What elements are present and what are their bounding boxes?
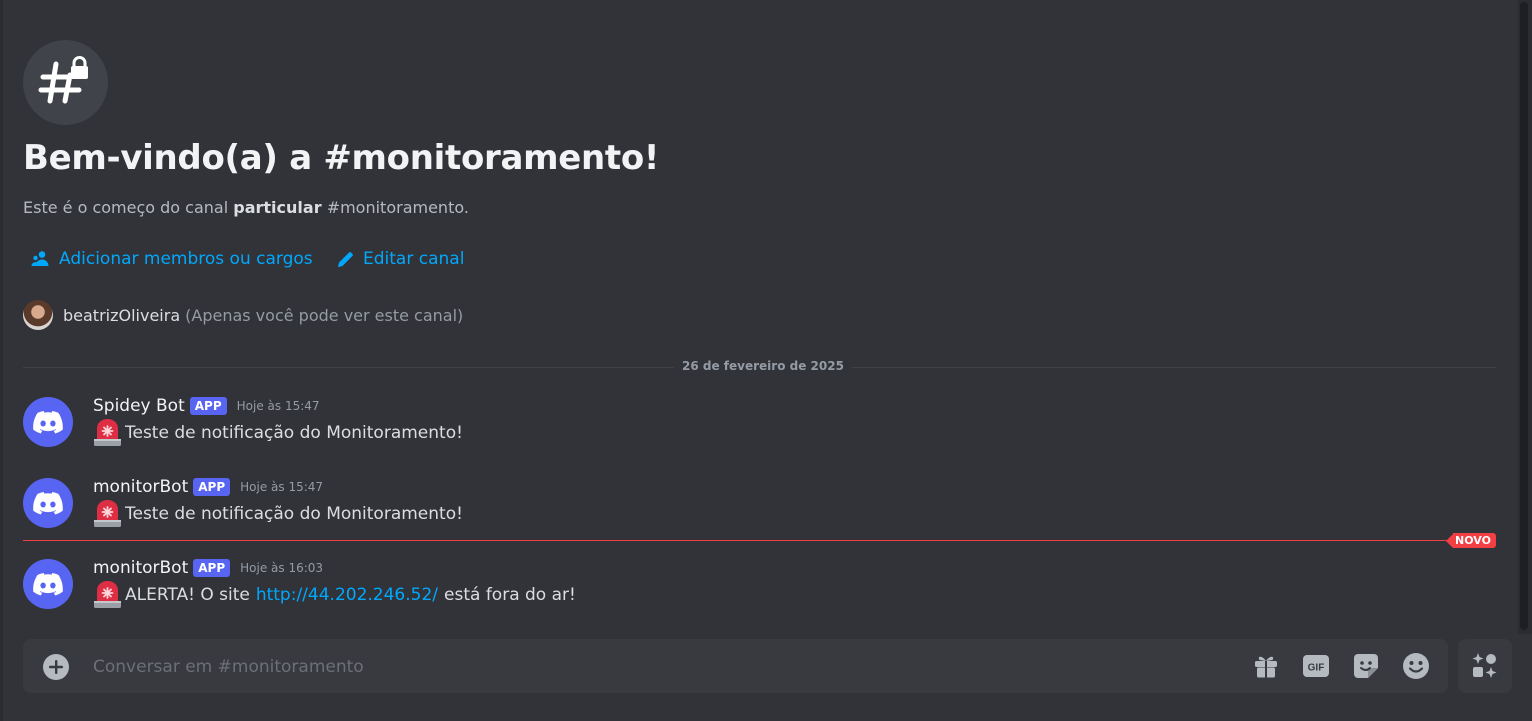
welcome-desc-bold: particular (233, 198, 322, 217)
add-members-button[interactable]: Adicionar membros ou cargos (31, 248, 313, 270)
message-author[interactable]: Spidey Bot (93, 396, 185, 416)
discord-logo-icon (33, 491, 63, 514)
welcome-desc-suffix: #monitoramento. (326, 198, 469, 217)
apps-icon[interactable] (1458, 639, 1512, 693)
rotating-light-emoji (94, 581, 121, 608)
app-badge: APP (193, 478, 231, 496)
pencil-icon (337, 251, 353, 267)
message-content: ALERTA! O site http://44.202.246.52/ est… (93, 581, 576, 608)
message-text: Teste de notificação do Monitoramento! (125, 423, 463, 443)
discord-logo-icon (33, 410, 63, 433)
message-item[interactable]: monitorBot APP Hoje às 15:47 Teste de no… (23, 476, 1503, 532)
message-header: monitorBot APP Hoje às 16:03 (93, 557, 323, 579)
gift-icon[interactable] (1251, 652, 1281, 680)
add-members-label: Adicionar membros ou cargos (59, 249, 313, 269)
new-messages-divider (23, 540, 1453, 541)
message-input[interactable] (91, 639, 1195, 695)
date-divider-label: 26 de fevereiro de 2025 (674, 359, 852, 373)
gif-label: GIF (1308, 663, 1325, 674)
rotating-light-emoji (94, 500, 121, 527)
message-timestamp: Hoje às 15:47 (240, 480, 324, 494)
private-text-channel-icon (23, 40, 108, 125)
avatar[interactable] (23, 478, 73, 528)
sidebar-edge (0, 0, 3, 721)
app-badge: APP (193, 559, 231, 577)
new-messages-label: NOVO (1453, 533, 1496, 548)
message-item[interactable]: monitorBot APP Hoje às 16:03 ALERTA! O s… (23, 557, 1503, 613)
welcome-desc-prefix: Este é o começo do canal (23, 198, 229, 217)
new-messages-badge: NOVO (1446, 533, 1496, 548)
message-header: Spidey Bot APP Hoje às 15:47 (93, 395, 320, 417)
message-content: Teste de notificação do Monitoramento! (93, 500, 463, 527)
message-author[interactable]: monitorBot (93, 558, 188, 578)
message-header: monitorBot APP Hoje às 15:47 (93, 476, 323, 498)
message-item[interactable]: Spidey Bot APP Hoje às 15:47 Teste de no… (23, 395, 1503, 451)
welcome-title: Bem-vindo(a) a #monitoramento! (23, 138, 660, 178)
members-icon (31, 251, 49, 266)
message-author[interactable]: monitorBot (93, 477, 188, 497)
message-text: Teste de notificação do Monitoramento! (125, 504, 463, 524)
message-text-prefix: ALERTA! O site (125, 585, 250, 605)
message-link[interactable]: http://44.202.246.52/ (256, 585, 438, 605)
message-composer: GIF (23, 639, 1448, 695)
message-text-suffix: está fora do ar! (444, 585, 576, 605)
avatar[interactable] (23, 300, 53, 330)
message-timestamp: Hoje às 16:03 (240, 561, 324, 575)
avatar[interactable] (23, 397, 73, 447)
scrollbar-thumb[interactable] (1520, 2, 1528, 630)
discord-logo-icon (33, 572, 63, 595)
message-content: Teste de notificação do Monitoramento! (93, 419, 463, 446)
app-badge: APP (189, 397, 227, 415)
gif-icon[interactable]: GIF (1301, 652, 1331, 680)
channel-owner: beatrizOliveira (Apenas você pode ver es… (23, 300, 463, 330)
sticker-icon[interactable] (1351, 652, 1381, 680)
plus-circle-icon[interactable] (43, 654, 69, 680)
avatar[interactable] (23, 559, 73, 609)
emoji-icon[interactable] (1401, 652, 1431, 680)
welcome-description: Este é o começo do canal particular #mon… (23, 198, 469, 217)
message-timestamp: Hoje às 15:47 (236, 399, 320, 413)
owner-username[interactable]: beatrizOliveira (63, 306, 180, 325)
owner-note: (Apenas você pode ver este canal) (185, 305, 464, 325)
rotating-light-emoji (94, 419, 121, 446)
edit-channel-label: Editar canal (363, 249, 465, 269)
edit-channel-button[interactable]: Editar canal (336, 248, 464, 270)
scrollbar[interactable] (1518, 0, 1532, 634)
channel-view: Bem-vindo(a) a #monitoramento! Este é o … (0, 0, 1532, 721)
